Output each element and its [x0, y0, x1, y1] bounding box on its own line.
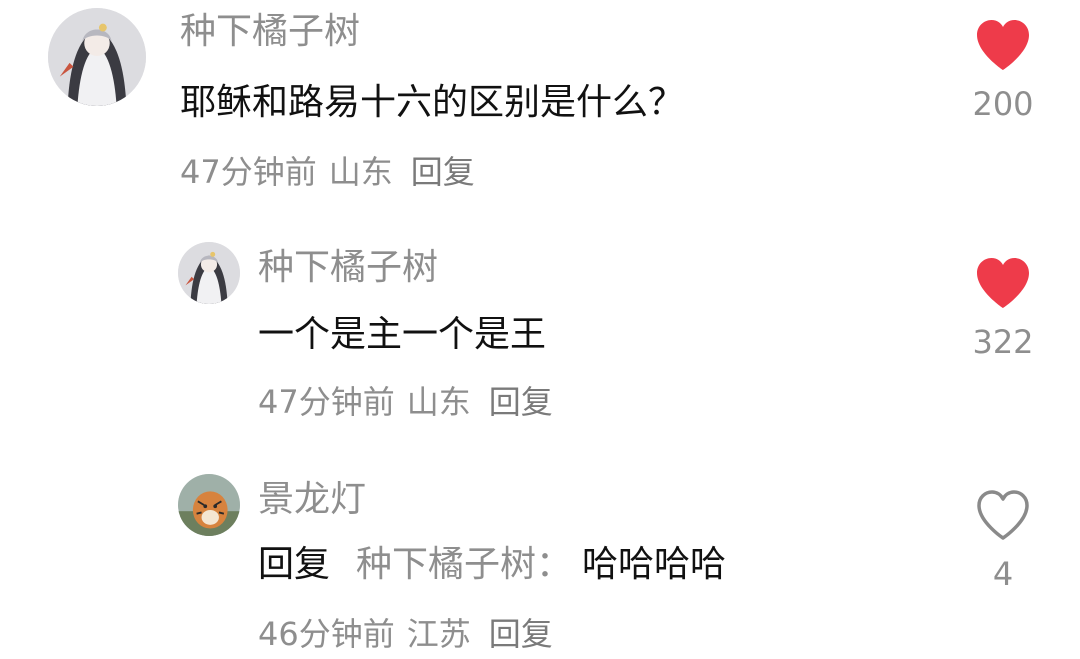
- comment-text: 耶稣和路易十六的区别是什么？: [180, 82, 685, 123]
- heart-filled-icon[interactable]: [974, 18, 1032, 72]
- tiger-avatar-icon: [178, 474, 240, 536]
- anime-girl-avatar-icon: [178, 242, 240, 304]
- heart-outline-icon[interactable]: [974, 488, 1032, 542]
- reply-prefix: 回复: [258, 544, 331, 585]
- comment-region: 山东: [406, 383, 471, 421]
- reply-item: 景龙灯 回复 种下橘子树： 哈哈哈哈 46分钟前 江苏 回复 4: [0, 462, 1080, 659]
- like-count: 200: [972, 85, 1034, 123]
- comment-text: 回复 种下橘子树： 哈哈哈哈: [258, 542, 726, 588]
- comment-item: 种下橘子树 耶稣和路易十六的区别是什么？ 47分钟前 山东 回复 200: [0, 0, 1080, 200]
- comment-username[interactable]: 景龙灯: [258, 478, 366, 522]
- like-control[interactable]: 322: [958, 256, 1048, 362]
- comment-time: 47分钟前: [258, 383, 395, 421]
- comment-time: 46分钟前: [258, 615, 395, 653]
- avatar[interactable]: [178, 242, 240, 304]
- avatar[interactable]: [48, 8, 146, 106]
- comment-username[interactable]: 种下橘子树: [258, 246, 438, 290]
- reply-colon: ：: [536, 544, 573, 585]
- comment-username[interactable]: 种下橘子树: [180, 10, 360, 54]
- comment-region: 江苏: [406, 615, 471, 653]
- comment-text: 一个是主一个是王: [258, 314, 547, 355]
- comment-meta: 47分钟前 山东 回复: [258, 382, 553, 422]
- reply-button[interactable]: 回复: [489, 383, 553, 421]
- reply-item: 种下橘子树 一个是主一个是王 47分钟前 山东 回复 322: [0, 230, 1080, 430]
- reply-body: 哈哈哈哈: [582, 544, 727, 585]
- heart-filled-icon[interactable]: [974, 256, 1032, 310]
- reply-button[interactable]: 回复: [489, 615, 553, 653]
- comment-region: 山东: [328, 153, 393, 191]
- like-control[interactable]: 4: [958, 488, 1048, 594]
- comment-meta: 46分钟前 江苏 回复: [258, 614, 553, 654]
- like-control[interactable]: 200: [958, 18, 1048, 124]
- like-count: 322: [972, 323, 1034, 361]
- comment-time: 47分钟前: [180, 153, 317, 191]
- like-count: 4: [992, 555, 1014, 593]
- reply-target-username[interactable]: 种下橘子树: [356, 544, 536, 585]
- anime-girl-avatar-icon: [48, 8, 146, 106]
- comment-meta: 47分钟前 山东 回复: [180, 152, 475, 192]
- reply-button[interactable]: 回复: [411, 153, 475, 191]
- avatar[interactable]: [178, 474, 240, 536]
